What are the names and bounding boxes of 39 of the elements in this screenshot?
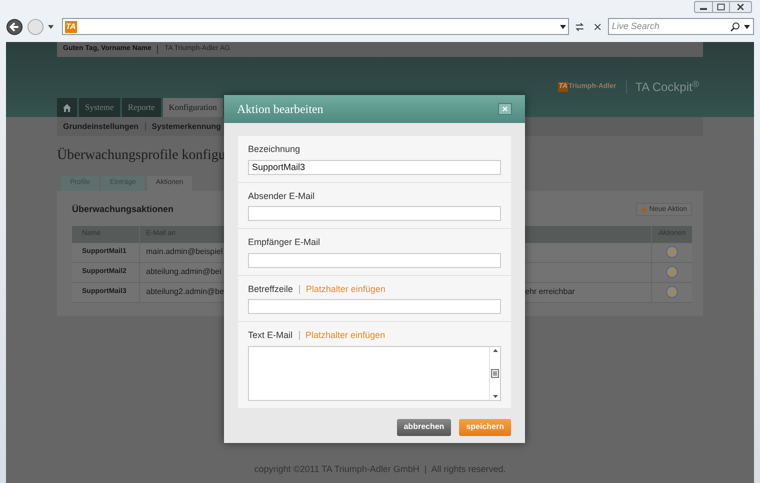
dropdown-icon[interactable] <box>48 24 54 28</box>
close-icon <box>502 106 508 112</box>
scroll-up-icon[interactable] <box>492 348 498 352</box>
text-field[interactable] <box>248 206 501 221</box>
text-field[interactable]: SupportMail3 <box>248 160 501 174</box>
page-heading: Überwachungsprofile konfigu <box>57 146 226 165</box>
scroll-thumb-icon[interactable] <box>491 368 499 378</box>
scrollbar[interactable] <box>489 346 500 400</box>
cancel-button[interactable]: abbrechen <box>396 418 452 436</box>
site-logo: TA <box>64 20 77 32</box>
search-field[interactable]: Live Search <box>608 18 754 35</box>
nav-tab[interactable]: Systeme <box>79 98 120 117</box>
nav-tab[interactable]: Reporte <box>122 98 161 117</box>
nav-tab[interactable]: Konfiguration <box>162 98 223 117</box>
dropdown-icon[interactable] <box>744 24 750 28</box>
address-field[interactable]: TA <box>62 18 570 35</box>
search-placeholder: Live Search <box>612 20 660 33</box>
subnav-link[interactable]: Systemerkennung <box>152 120 221 132</box>
search-icon[interactable] <box>730 22 740 32</box>
field-label: Bezeichnung <box>248 143 300 156</box>
dialog-title: Aktion bearbeiten <box>237 101 324 118</box>
field-label: Absender E-Mail <box>248 190 315 202</box>
nav-tab[interactable] <box>57 98 77 117</box>
plus-icon <box>641 206 648 213</box>
save-button[interactable]: speichern <box>459 418 511 436</box>
product-logo: TA Cockpit$^{®}$ <box>635 78 699 96</box>
close-button[interactable] <box>498 103 512 115</box>
panel-title: Überwachungsaktionen <box>72 203 174 216</box>
dropdown-icon[interactable] <box>560 24 566 28</box>
text-field[interactable] <box>248 299 501 314</box>
scroll-down-icon[interactable] <box>492 394 498 398</box>
field-label: Text E-Mail <box>248 329 293 342</box>
back-icon[interactable] <box>6 18 24 36</box>
field-label: Betreffzeile <box>248 282 293 296</box>
home-icon <box>63 104 71 112</box>
subnav-link[interactable]: Grundeinstellungen <box>63 120 139 132</box>
text-field[interactable] <box>248 252 501 268</box>
placeholder-link[interactable]: Platzhalter einfügen <box>306 282 386 296</box>
placeholder-link[interactable]: Platzhalter einfügen <box>306 329 386 342</box>
